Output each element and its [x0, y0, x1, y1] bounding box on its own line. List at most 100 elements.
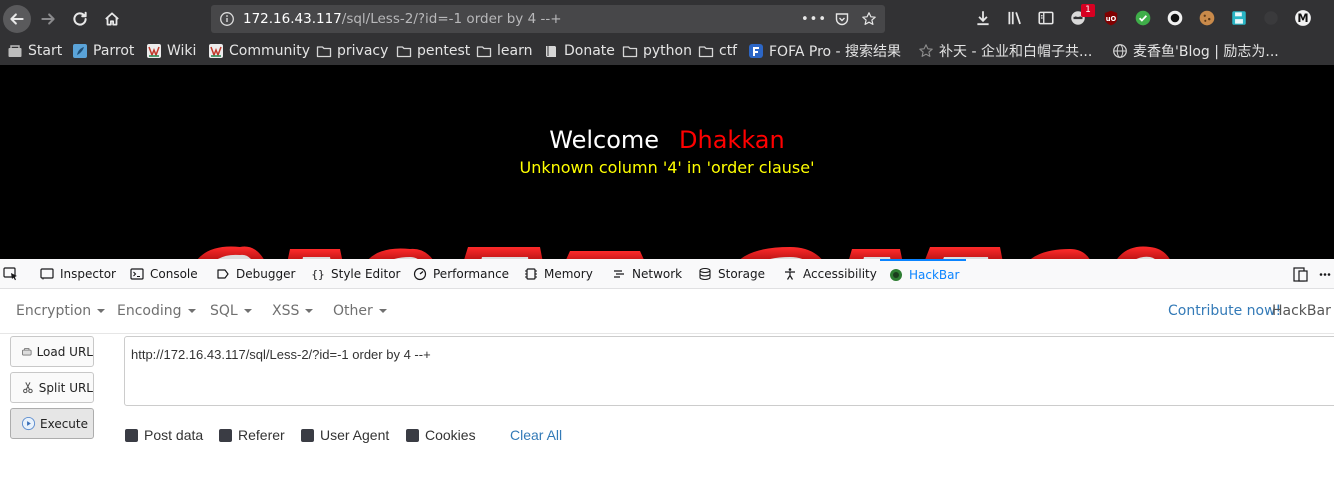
info-icon[interactable]: [219, 11, 235, 27]
referer-checkbox[interactable]: Referer: [219, 427, 285, 443]
globe-icon: [1112, 43, 1128, 59]
menu-xss[interactable]: XSS: [272, 303, 314, 319]
check-extension-icon[interactable]: [1134, 9, 1152, 27]
tab-performance[interactable]: Performance: [413, 259, 509, 289]
more-options-icon[interactable]: [1318, 267, 1332, 282]
debugger-icon: [217, 269, 229, 279]
url-bar[interactable]: 172.16.43.117/sql/Less-2/?id=-1 order by…: [211, 5, 885, 33]
menu-label: Other: [333, 303, 373, 319]
split-url-button[interactable]: Split URL: [10, 372, 94, 403]
url-text[interactable]: 172.16.43.117/sql/Less-2/?id=-1 order by…: [243, 11, 562, 27]
bookmark-wiki[interactable]: Wiki: [146, 41, 196, 61]
save-extension-icon[interactable]: [1230, 9, 1248, 27]
tab-label: Debugger: [236, 267, 296, 281]
bookmark-label: pentest: [417, 43, 471, 59]
tab-style-editor[interactable]: {} Style Editor: [311, 259, 400, 289]
bookmark-label: 麦香鱼'Blog | 励志为...: [1133, 44, 1279, 60]
checkbox-label: Post data: [144, 427, 204, 443]
dark-extension-icon[interactable]: [1262, 9, 1280, 27]
menu-label: Encoding: [117, 303, 182, 319]
welcome-line: Welcome Dhakkan: [0, 126, 1334, 154]
post-data-checkbox[interactable]: Post data: [125, 427, 203, 443]
bookmark-folder-privacy[interactable]: privacy: [316, 41, 388, 61]
bookmark-label: python: [643, 43, 692, 59]
welcome-name: Dhakkan: [679, 126, 785, 154]
menu-label: Encryption: [16, 303, 92, 319]
ublock-icon[interactable]: uO: [1102, 9, 1120, 27]
forward-button[interactable]: [35, 6, 61, 32]
url-textarea[interactable]: http://172.16.43.117/sql/Less-2/?id=-1 o…: [124, 336, 1334, 406]
contribute-link[interactable]: Contribute now!: [1168, 303, 1281, 319]
tab-inspector[interactable]: Inspector: [40, 259, 116, 289]
bookmark-folder-python[interactable]: python: [622, 41, 692, 61]
tab-accessibility[interactable]: Accessibility: [783, 259, 877, 289]
menu-encryption[interactable]: Encryption: [16, 303, 106, 319]
star-icon: [918, 43, 934, 59]
cookie-icon[interactable]: [1198, 9, 1216, 27]
bookmark-label: learn: [497, 43, 533, 59]
user-agent-checkbox[interactable]: User Agent: [301, 427, 389, 443]
dock-toggle-icon[interactable]: [1293, 267, 1308, 282]
tab-memory[interactable]: Memory: [524, 259, 593, 289]
menu-encoding[interactable]: Encoding: [117, 303, 196, 319]
bookmark-community[interactable]: Community: [208, 41, 310, 61]
bookmark-label: Community: [229, 43, 311, 59]
menu-label: XSS: [272, 303, 300, 319]
notification-badge: 1: [1081, 4, 1095, 17]
checkbox-box[interactable]: [125, 428, 138, 442]
menu-label: SQL: [210, 303, 238, 319]
bookmark-butian[interactable]: 补天 - 企业和白帽子共...: [918, 41, 1092, 61]
execute-button[interactable]: Execute: [10, 408, 94, 439]
caret-down-icon: [378, 309, 387, 313]
home-button[interactable]: [99, 6, 125, 32]
caret-down-icon: [97, 309, 106, 313]
downloads-icon[interactable]: [974, 9, 992, 27]
bookmarks-toolbar: Start Parrot Wiki Community privacy pent…: [0, 37, 1334, 65]
folder-icon: [622, 43, 638, 59]
community-icon: [208, 43, 224, 59]
bookmark-label: Parrot: [93, 43, 135, 59]
circle-extension-icon[interactable]: [1166, 9, 1184, 27]
folder-icon: [396, 43, 412, 59]
element-picker-icon[interactable]: [3, 267, 19, 281]
storage-icon: [699, 267, 711, 281]
checkbox-box[interactable]: [301, 428, 314, 442]
page-actions-button[interactable]: •••: [801, 10, 826, 28]
tab-label: Inspector: [60, 267, 116, 281]
tab-console[interactable]: Console: [130, 259, 198, 289]
cookies-checkbox[interactable]: Cookies: [406, 427, 476, 443]
back-button[interactable]: [3, 5, 31, 33]
tab-label: Storage: [718, 267, 765, 281]
tab-storage[interactable]: Storage: [698, 259, 765, 289]
checkbox-label: User Agent: [320, 427, 390, 443]
tab-hackbar[interactable]: HackBar: [880, 259, 966, 289]
performance-icon: [413, 267, 427, 281]
sidebar-icon[interactable]: [1037, 9, 1055, 27]
book-icon: [543, 43, 559, 59]
menu-other[interactable]: Other: [333, 303, 387, 319]
bookmark-fofa[interactable]: FOFA Pro - 搜索结果: [748, 41, 901, 61]
bookmark-parrot[interactable]: Parrot: [72, 41, 134, 61]
bookmark-blog[interactable]: 麦香鱼'Blog | 励志为...: [1112, 41, 1279, 61]
bookmark-folder-learn[interactable]: learn: [476, 41, 532, 61]
bookmark-donate[interactable]: Donate: [543, 41, 615, 61]
tab-network[interactable]: Network: [612, 259, 682, 289]
clear-all-link[interactable]: Clear All: [510, 427, 562, 443]
reload-button[interactable]: [67, 6, 93, 32]
menu-sql[interactable]: SQL: [210, 303, 252, 319]
bookmark-label: 补天 - 企业和白帽子共...: [939, 44, 1093, 60]
fofa-icon: [748, 43, 764, 59]
checkbox-box[interactable]: [219, 428, 232, 442]
m-extension-icon[interactable]: M: [1294, 9, 1312, 27]
bookmark-start[interactable]: Start: [7, 41, 62, 61]
library-icon[interactable]: [1006, 9, 1024, 27]
checkbox-box[interactable]: [406, 428, 419, 442]
tab-debugger[interactable]: Debugger: [216, 259, 295, 289]
pocket-icon[interactable]: [833, 10, 851, 28]
reload-icon: [73, 11, 87, 26]
bookmark-star-icon[interactable]: [860, 10, 878, 28]
bookmark-folder-pentest[interactable]: pentest: [396, 41, 470, 61]
load-url-button[interactable]: Load URL: [10, 336, 94, 367]
hackbar-menubar: Encryption Encoding SQL XSS Other Contri…: [0, 289, 1334, 334]
bookmark-folder-ctf[interactable]: ctf: [698, 41, 737, 61]
